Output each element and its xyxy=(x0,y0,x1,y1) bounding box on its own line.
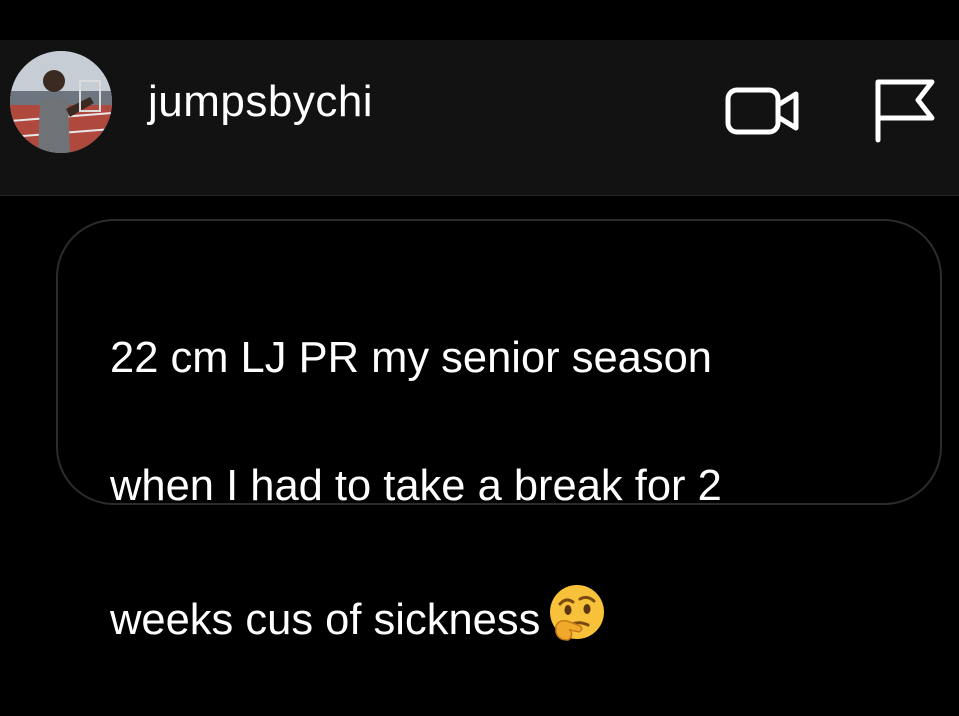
chat-username[interactable]: jumpsbychi xyxy=(148,80,373,124)
thinking-face-emoji-icon xyxy=(546,582,608,644)
message-line-last: weeks cus of sickness xyxy=(110,582,910,652)
flag-icon xyxy=(875,79,935,143)
message-line: weeks cus of sickness xyxy=(110,596,541,644)
video-camera-icon xyxy=(725,87,799,135)
report-button[interactable] xyxy=(866,70,946,150)
message-text: 22 cm LJ PR my senior season when I had … xyxy=(110,262,910,716)
avatar-photo xyxy=(10,51,112,153)
status-bar-area xyxy=(0,0,959,40)
message-line: when I had to take a break for 2 xyxy=(110,462,722,510)
avatar[interactable] xyxy=(10,51,112,153)
chat-header: jumpsbychi xyxy=(0,40,959,196)
video-call-button[interactable] xyxy=(722,70,802,150)
message-line: 22 cm LJ PR my senior season xyxy=(110,334,712,382)
